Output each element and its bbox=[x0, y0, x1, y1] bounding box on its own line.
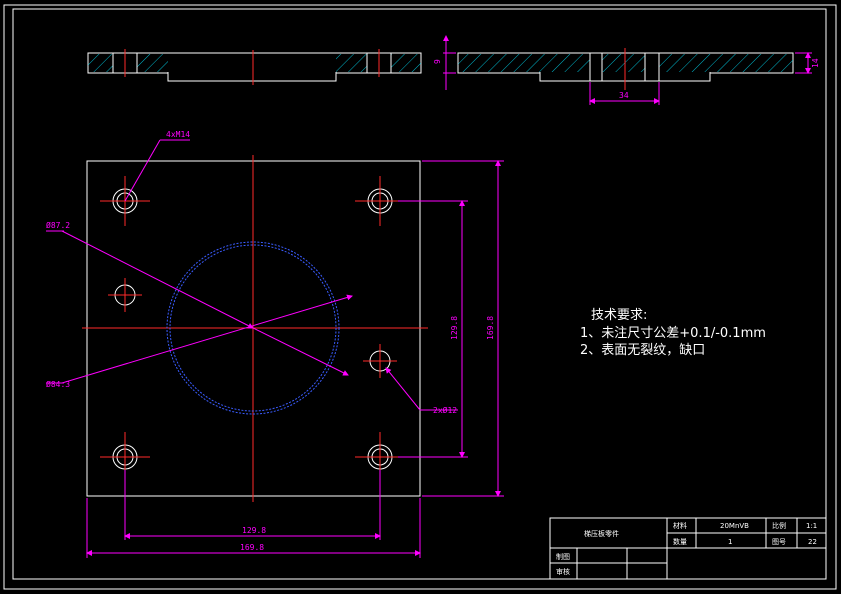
thickness-dim-label: 9 bbox=[433, 59, 442, 64]
scale-value: 1:1 bbox=[806, 522, 817, 530]
diameter-inner-label: Ø84.3 bbox=[46, 379, 70, 389]
step-width-label: 34 bbox=[619, 91, 629, 100]
technical-requirements: 技术要求: 1、未注尺寸公差+0.1/-0.1mm 2、表面无裂纹，缺口 bbox=[580, 307, 766, 359]
scale-label: 比例 bbox=[772, 521, 786, 530]
horizontal-inner-dim-label: 129.8 bbox=[242, 526, 266, 535]
thickness-dimension: 9 bbox=[433, 35, 456, 90]
pin-hole-left bbox=[108, 278, 142, 312]
cad-drawing: 9 14 34 4xM14 Ø87.2 Ø84.3 2xØ12 129.8 16… bbox=[3, 4, 837, 590]
vertical-inner-dim-label: 129.8 bbox=[450, 316, 459, 340]
section-view-right bbox=[457, 48, 794, 90]
hole-top-right bbox=[355, 176, 405, 226]
step-height-dimension: 14 bbox=[795, 52, 820, 74]
plan-dimension-labels: 4xM14 Ø87.2 Ø84.3 2xØ12 129.8 169.8 129.… bbox=[46, 130, 495, 552]
plan-dimensions bbox=[46, 139, 504, 558]
checked-label: 审核 bbox=[556, 567, 570, 576]
part-name: 梯压板零件 bbox=[584, 529, 619, 538]
quantity-label: 数量 bbox=[673, 537, 687, 546]
quantity-value: 1 bbox=[728, 538, 732, 546]
sheet-label: 图号 bbox=[772, 538, 786, 546]
section-view-left bbox=[87, 49, 422, 85]
hole-callout-label: 4xM14 bbox=[166, 130, 190, 139]
small-hole-callout-label: 2xØ12 bbox=[433, 405, 457, 415]
pin-hole-right bbox=[363, 344, 397, 378]
horizontal-outer-dim-label: 169.8 bbox=[240, 543, 264, 552]
drawn-label: 制图 bbox=[556, 552, 570, 561]
tech-req-item-1: 1、未注尺寸公差+0.1/-0.1mm bbox=[580, 326, 766, 341]
tech-req-heading: 技术要求: bbox=[591, 308, 648, 323]
tech-req-item-2: 2、表面无裂纹，缺口 bbox=[580, 343, 706, 358]
material-value: 20MnVB bbox=[720, 522, 749, 530]
step-height-label: 14 bbox=[811, 58, 820, 68]
material-label: 材料 bbox=[673, 521, 687, 530]
sheet-value: 22 bbox=[808, 538, 817, 546]
vertical-outer-dim-label: 169.8 bbox=[486, 316, 495, 340]
diameter-outer-label: Ø87.2 bbox=[46, 220, 70, 230]
